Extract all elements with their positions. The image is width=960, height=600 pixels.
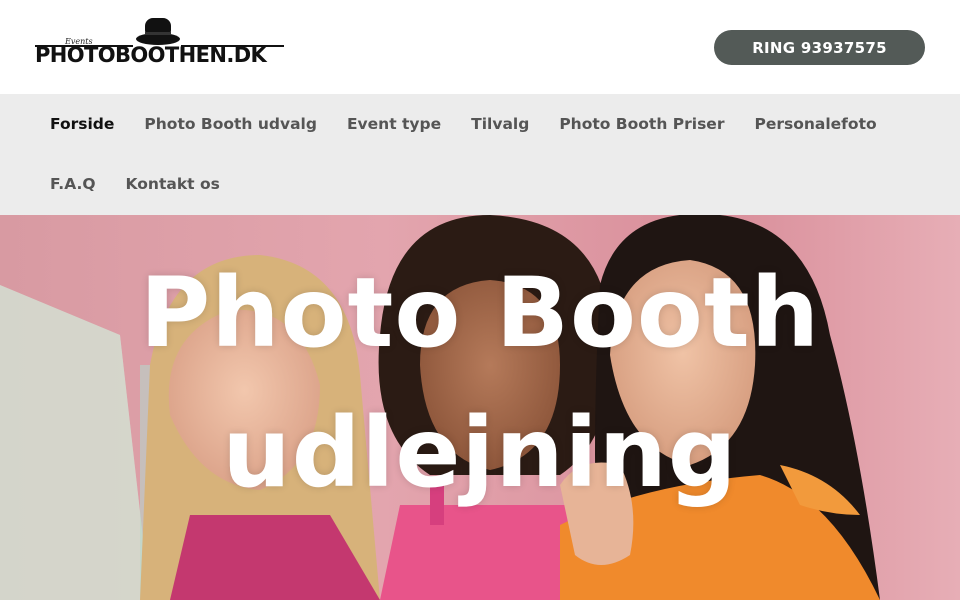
logo-wordmark: PHOTOBOOTHEN.DK xyxy=(35,43,267,67)
hero-title-line-1: Photo Booth xyxy=(139,257,821,369)
nav-item-photo-booth-udvalg[interactable]: Photo Booth udvalg xyxy=(144,115,317,133)
nav-row-2: F.A.Q Kontakt os xyxy=(50,154,220,214)
hero-title: Photo Booth udlejning xyxy=(0,243,960,523)
site-logo[interactable]: Events PHOTOBOOTHEN.DK xyxy=(35,16,285,68)
hero-title-line-2: udlejning xyxy=(222,397,738,509)
nav-item-personalefoto[interactable]: Personalefoto xyxy=(754,115,876,133)
nav-item-tilvalg[interactable]: Tilvalg xyxy=(471,115,529,133)
nav-row-1: Forside Photo Booth udvalg Event type Ti… xyxy=(50,94,877,154)
nav-item-photo-booth-priser[interactable]: Photo Booth Priser xyxy=(559,115,724,133)
site-header: Events PHOTOBOOTHEN.DK RING 93937575 xyxy=(0,0,960,94)
main-nav: Forside Photo Booth udvalg Event type Ti… xyxy=(0,94,960,215)
nav-item-event-type[interactable]: Event type xyxy=(347,115,441,133)
hero-banner: Photo Booth udlejning xyxy=(0,215,960,600)
nav-item-faq[interactable]: F.A.Q xyxy=(50,175,96,193)
nav-item-forside[interactable]: Forside xyxy=(50,115,114,133)
nav-item-kontakt-os[interactable]: Kontakt os xyxy=(126,175,220,193)
call-button[interactable]: RING 93937575 xyxy=(714,30,925,65)
